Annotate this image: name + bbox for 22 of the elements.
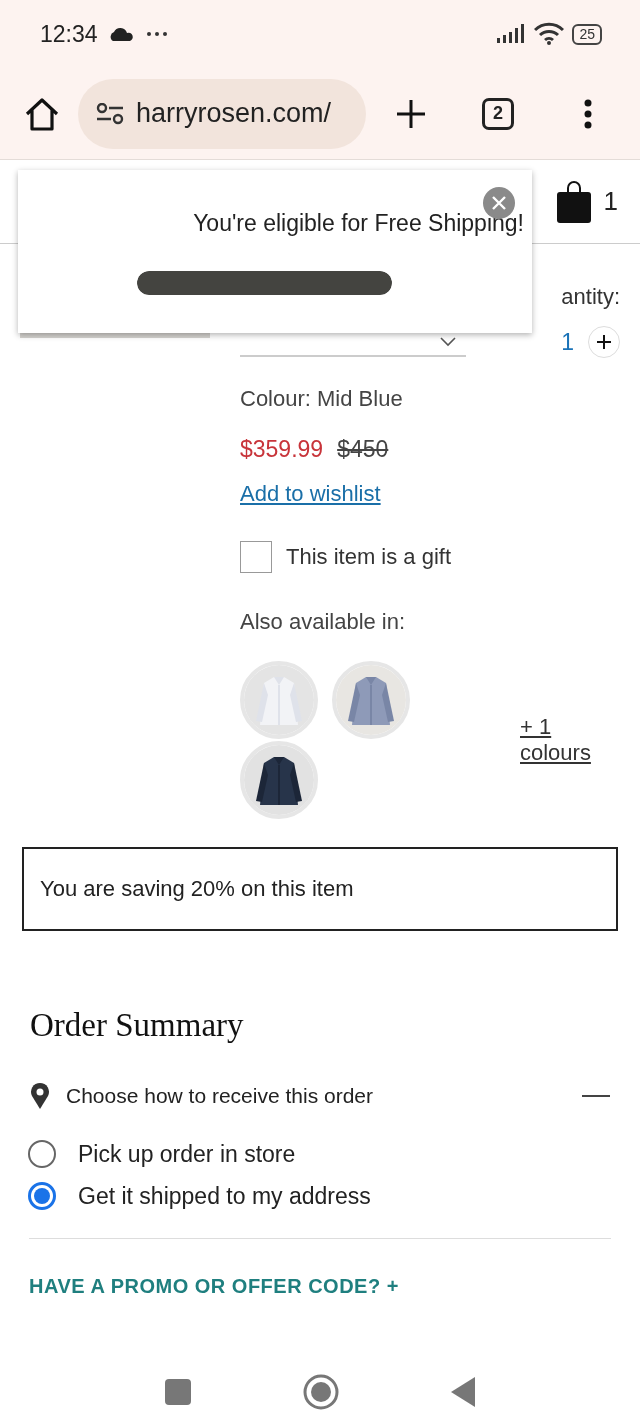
more-colours-link[interactable]: + 1 colours: [520, 714, 610, 766]
original-price: $450: [337, 436, 389, 463]
sale-price: $359.99: [240, 436, 324, 463]
section-title: Order Summary: [30, 1007, 245, 1044]
address-bar[interactable]: harryrosen.com/: [78, 78, 366, 149]
gift-label: This item is a gift: [286, 544, 452, 570]
option-label: Get it shipped to my address: [78, 1182, 371, 1210]
battery-indicator: 25: [572, 23, 602, 45]
savings-banner: You are saving 20% on this item: [22, 847, 618, 931]
clock-time: 12:34: [40, 20, 98, 48]
quantity-value: 1: [561, 328, 574, 356]
option-label: Pick up order in store: [78, 1140, 296, 1168]
also-available-label: Also available in:: [240, 609, 406, 635]
url-text: harryrosen.com/: [136, 98, 332, 129]
cart-count: 1: [603, 186, 618, 217]
tab-count-button[interactable]: 2: [482, 97, 514, 130]
popup-message: You're eligible for Free Shipping!: [193, 210, 524, 237]
wishlist-link[interactable]: Add to wishlist: [240, 481, 381, 507]
quantity-label: antity:: [561, 284, 620, 310]
colour-label: Colour: Mid Blue: [240, 386, 403, 412]
receive-order-label: Choose how to receive this order: [66, 1084, 373, 1108]
promo-code-link[interactable]: HAVE A PROMO OR OFFER CODE? +: [29, 1275, 399, 1298]
